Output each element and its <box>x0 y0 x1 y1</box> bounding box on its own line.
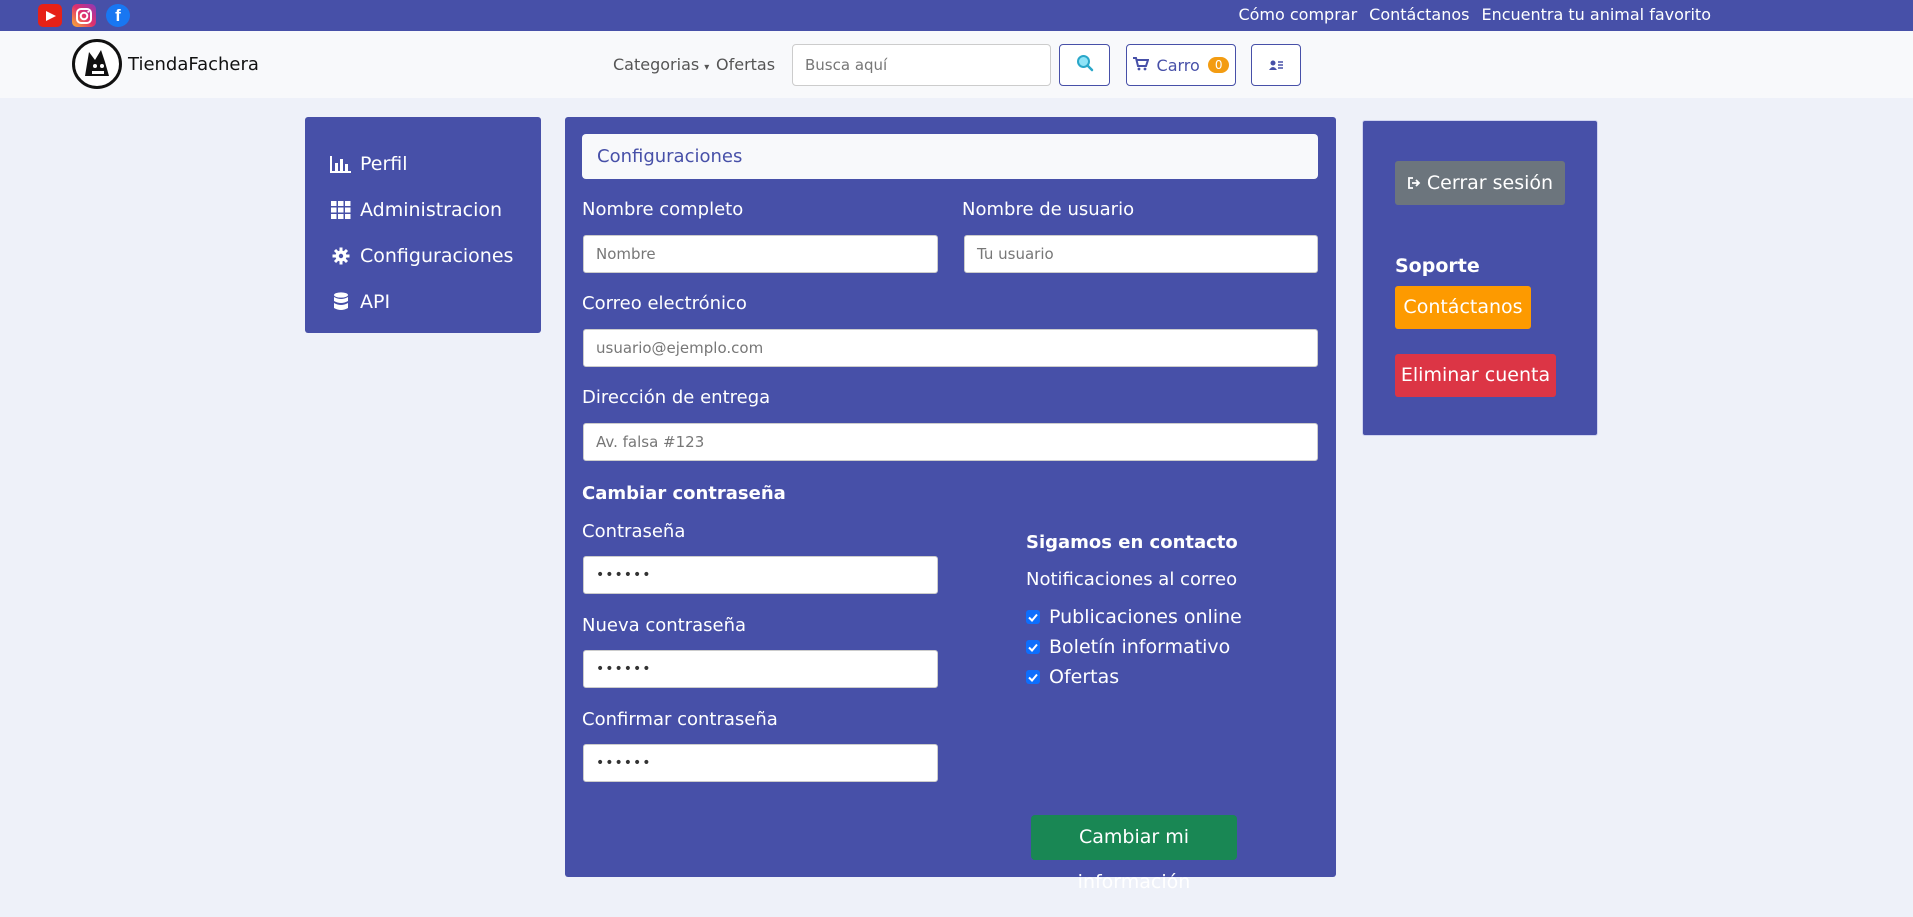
new-password-field[interactable]: •••••• <box>583 650 938 688</box>
cart-icon <box>1132 56 1149 75</box>
cart-button[interactable]: Carro 0 <box>1126 44 1236 86</box>
email-field[interactable]: usuario@ejemplo.com <box>583 329 1318 367</box>
new-password-label: Nueva contraseña <box>582 615 747 636</box>
logout-button[interactable]: Cerrar sesión <box>1395 161 1565 205</box>
nav-offers-link[interactable]: Ofertas <box>716 55 775 74</box>
email-label: Correo electrónico <box>582 293 747 314</box>
submit-button[interactable]: Cambiar mi información <box>1031 815 1237 893</box>
username-field[interactable]: Tu usuario <box>964 235 1318 273</box>
nav-categories-label: Categorias <box>613 55 700 74</box>
checkbox-label: Ofertas <box>1049 666 1120 688</box>
sidebar-item-label: Administracion <box>360 199 503 221</box>
settings-form-card: Configuraciones Nombre completo Nombre N… <box>565 117 1336 893</box>
link-animal-favorito[interactable]: Encuentra tu animal favorito <box>1481 5 1711 24</box>
navbar: TiendaFachera Categorias ▾ Ofertas Busca… <box>0 31 1913 98</box>
support-heading: Soporte <box>1395 255 1480 277</box>
instagram-icon[interactable] <box>72 4 96 27</box>
sidebar-item-label: Configuraciones <box>360 245 514 267</box>
form-title: Configuraciones <box>582 134 1318 179</box>
brand-logo[interactable]: TiendaFachera <box>72 39 259 89</box>
sign-out-icon <box>1407 172 1421 194</box>
password-label: Contraseña <box>582 521 686 542</box>
sidebar-item-configuraciones[interactable]: Configuraciones <box>305 233 541 279</box>
checkbox-checked-icon[interactable] <box>1026 670 1040 684</box>
checkbox-row[interactable]: Ofertas <box>1026 666 1119 688</box>
account-actions-panel: Cerrar sesión Soporte Contáctanos Elimin… <box>1362 120 1598 436</box>
grid-icon <box>330 200 352 220</box>
cart-count-badge: 0 <box>1207 57 1230 73</box>
caret-down-icon: ▾ <box>704 62 710 73</box>
gear-icon <box>330 246 352 266</box>
sidebar: Perfil Administracion Configuraciones AP… <box>305 117 541 333</box>
confirm-password-label: Confirmar contraseña <box>582 709 778 730</box>
change-password-heading: Cambiar contraseña <box>582 483 786 504</box>
facebook-icon[interactable]: f <box>106 4 130 27</box>
delete-account-button[interactable]: Eliminar cuenta <box>1395 354 1556 397</box>
logo-image <box>72 39 122 89</box>
address-field[interactable]: Av. falsa #123 <box>583 423 1318 461</box>
cart-label: Carro <box>1156 55 1200 75</box>
logout-label: Cerrar sesión <box>1426 172 1554 194</box>
top-links: Cómo comprar Contáctanos Encuentra tu an… <box>1238 5 1711 24</box>
bar-chart-icon <box>330 154 352 174</box>
nav-categories-dropdown[interactable]: Categorias ▾ <box>613 55 709 74</box>
sidebar-item-administracion[interactable]: Administracion <box>305 187 541 233</box>
sidebar-item-label: Perfil <box>360 153 408 175</box>
checkbox-checked-icon[interactable] <box>1026 640 1040 654</box>
full-name-field[interactable]: Nombre <box>583 235 938 273</box>
youtube-icon[interactable] <box>38 4 62 27</box>
social-links: f <box>38 4 130 27</box>
brand-name: TiendaFachera <box>128 53 259 75</box>
sidebar-item-api[interactable]: API <box>305 279 541 325</box>
user-card-icon <box>1268 56 1284 75</box>
contact-button[interactable]: Contáctanos <box>1395 286 1531 329</box>
sidebar-item-label: API <box>360 291 391 313</box>
link-como-comprar[interactable]: Cómo comprar <box>1238 5 1357 24</box>
search-icon <box>1076 54 1094 76</box>
checkbox-row[interactable]: Publicaciones online <box>1026 606 1242 628</box>
contact-heading: Sigamos en contacto <box>1026 532 1238 553</box>
password-field[interactable]: •••••• <box>583 556 938 594</box>
username-label: Nombre de usuario <box>962 199 1135 220</box>
checkbox-row[interactable]: Boletín informativo <box>1026 636 1230 658</box>
notifications-label: Notificaciones al correo <box>1026 569 1238 590</box>
top-bar: f Cómo comprar Contáctanos Encuentra tu … <box>0 0 1913 31</box>
full-name-label: Nombre completo <box>582 199 744 220</box>
search-input[interactable]: Busca aquí <box>792 44 1051 86</box>
checkbox-label: Publicaciones online <box>1049 606 1242 628</box>
database-icon <box>330 292 352 312</box>
address-label: Dirección de entrega <box>582 387 771 408</box>
link-contactanos[interactable]: Contáctanos <box>1369 5 1469 24</box>
user-account-button[interactable] <box>1251 44 1301 86</box>
sidebar-item-perfil[interactable]: Perfil <box>305 141 541 187</box>
search-button[interactable] <box>1059 44 1110 86</box>
checkbox-checked-icon[interactable] <box>1026 610 1040 624</box>
checkbox-label: Boletín informativo <box>1049 636 1231 658</box>
confirm-password-field[interactable]: •••••• <box>583 744 938 782</box>
